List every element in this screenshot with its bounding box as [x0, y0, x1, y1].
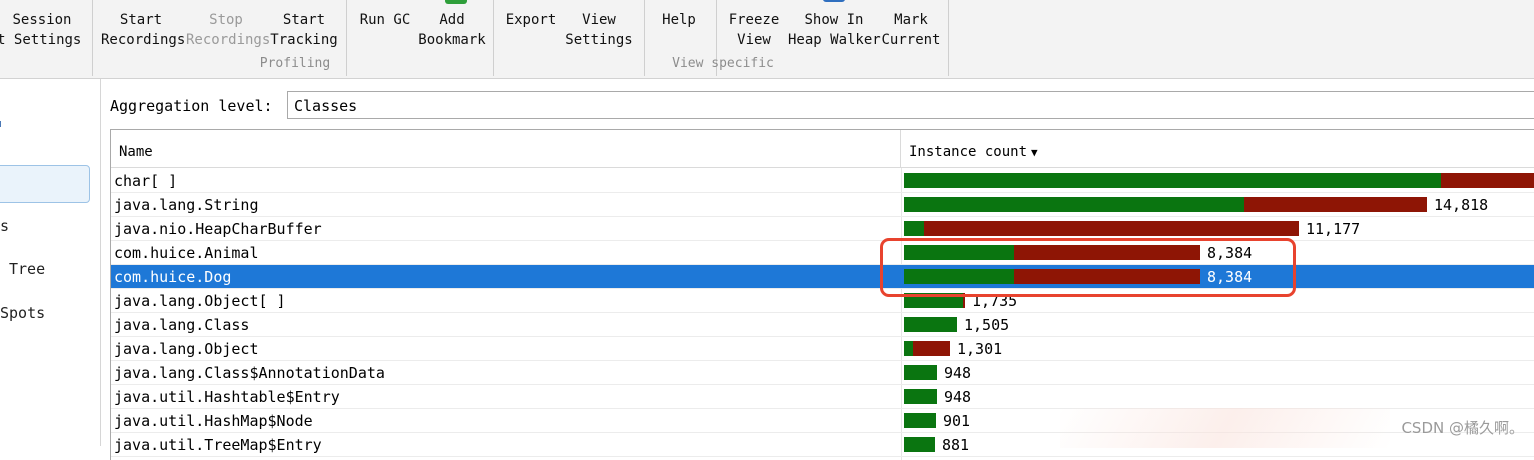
- column-header-instance-count[interactable]: Instance count ▼: [901, 130, 1534, 168]
- row-instance-count: 881: [942, 436, 970, 454]
- tracking-icon: [269, 0, 339, 10]
- table-row[interactable]: com.huice.Animal 8,384: [111, 241, 1534, 265]
- row-instance-count: 11,177: [1306, 220, 1361, 238]
- run-gc-button[interactable]: Run GC: [354, 0, 416, 54]
- sidebar-item-tree[interactable]: Tree: [9, 260, 45, 278]
- view-settings-icon: [563, 0, 635, 10]
- aggregation-level-label: Aggregation level:: [110, 97, 273, 115]
- toolbar: Session ot Settings Start Recordings Sto…: [0, 0, 1534, 79]
- table-row[interactable]: java.lang.Object[ ] 1,735: [111, 289, 1534, 313]
- instance-bar-retained: [904, 389, 937, 404]
- table-row[interactable]: java.lang.String 14,818: [111, 193, 1534, 217]
- toolbar-separator: [948, 0, 949, 76]
- instance-bar-retained: [904, 365, 937, 380]
- stop-icon: [186, 0, 266, 10]
- session-settings-button[interactable]: Session ot Settings: [0, 0, 86, 54]
- table-row[interactable]: java.util.Hashtable$Entry 948: [111, 385, 1534, 409]
- instance-bar-retained: [904, 221, 924, 236]
- sort-descending-icon: ▼: [1031, 146, 1038, 159]
- watermark: CSDN @橘久啊。: [1401, 419, 1524, 437]
- watermark-shade: [1060, 408, 1390, 448]
- record-icon: [101, 0, 181, 10]
- row-class-name: char[ ]: [114, 172, 178, 190]
- view-settings-button[interactable]: View Settings: [563, 0, 635, 54]
- group-label-profiling: Profiling: [259, 56, 331, 71]
- sidebar-item[interactable]: s: [0, 217, 9, 235]
- export-icon: [501, 0, 561, 10]
- group-label-view-specific: View specific: [672, 56, 774, 71]
- row-class-name: com.huice.Dog: [114, 268, 232, 286]
- row-instance-count: 901: [943, 412, 971, 430]
- start-recordings-button[interactable]: Start Recordings: [101, 0, 185, 54]
- table-row[interactable]: java.lang.Class 1,505: [111, 313, 1534, 337]
- annotation-highlight: [880, 238, 1296, 297]
- add-bookmark-button[interactable]: Add Bookmark: [418, 0, 486, 54]
- start-tracking-button[interactable]: Start Tracking: [269, 0, 339, 54]
- bookmark-icon: [418, 0, 486, 10]
- row-class-name: java.lang.Object: [114, 340, 259, 358]
- row-class-name: java.util.HashMap$Node: [114, 412, 313, 430]
- view-selector-sidebar: s Tree Spots: [0, 79, 101, 446]
- aggregation-level-select[interactable]: Classes: [287, 91, 1534, 119]
- table-row[interactable]: java.lang.Class$AnnotationData 948: [111, 361, 1534, 385]
- row-instance-count: 948: [944, 388, 972, 406]
- row-class-name: com.huice.Animal: [114, 244, 259, 262]
- help-icon: [651, 0, 707, 10]
- row-instance-count: 1,505: [964, 316, 1010, 334]
- mark-current-button[interactable]: Mark Current: [881, 0, 941, 54]
- row-class-name: java.lang.String: [114, 196, 259, 214]
- row-class-name: java.lang.Object[ ]: [114, 292, 286, 310]
- show-in-heap-walker-button[interactable]: Show In Heap Walker: [788, 0, 881, 54]
- instance-bar-difference: [924, 221, 1299, 236]
- table-row[interactable]: char[ ]: [111, 169, 1534, 193]
- heap-walker-icon: [788, 0, 880, 10]
- row-class-name: java.nio.HeapCharBuffer: [114, 220, 322, 238]
- instance-bar-difference: [1244, 197, 1427, 212]
- row-instance-count: 14,818: [1434, 196, 1489, 214]
- mark-icon: [881, 0, 941, 10]
- instance-bar-difference: [1441, 173, 1534, 188]
- table-row[interactable]: java.nio.HeapCharBuffer 11,177: [111, 217, 1534, 241]
- freeze-icon: [722, 0, 786, 10]
- table-row[interactable]: java.lang.Object 1,301: [111, 337, 1534, 361]
- toolbar-separator: [493, 0, 494, 76]
- gc-icon: [354, 0, 416, 10]
- table-row[interactable]: com.huice.Dog 8,384: [111, 265, 1534, 289]
- instance-bar-retained: [904, 317, 957, 332]
- instance-bar-retained: [904, 341, 913, 356]
- export-button[interactable]: Export: [501, 0, 561, 54]
- row-instance-count: 948: [944, 364, 972, 382]
- instance-bar-retained: [904, 413, 936, 428]
- instance-bar-retained: [904, 437, 935, 452]
- row-class-name: java.util.TreeMap$Entry: [114, 436, 322, 454]
- column-header-name[interactable]: Name: [111, 130, 901, 168]
- row-class-name: java.lang.Class$AnnotationData: [114, 364, 385, 382]
- toolbar-separator: [92, 0, 93, 76]
- instance-bar-difference: [913, 341, 950, 356]
- settings-icon: [0, 0, 86, 10]
- instance-bar-retained: [904, 173, 1441, 188]
- row-class-name: java.util.Hashtable$Entry: [114, 388, 340, 406]
- instance-bar-retained: [904, 197, 1244, 212]
- stop-recordings-button[interactable]: Stop Recordings: [186, 0, 270, 54]
- sidebar-marker: [0, 121, 1, 127]
- help-button[interactable]: Help: [651, 0, 707, 54]
- sidebar-item-selected[interactable]: [0, 165, 90, 203]
- freeze-view-button[interactable]: Freeze View: [722, 0, 786, 54]
- row-instance-count: 1,301: [957, 340, 1003, 358]
- sidebar-item-hot-spots[interactable]: Spots: [0, 304, 45, 322]
- row-class-name: java.lang.Class: [114, 316, 250, 334]
